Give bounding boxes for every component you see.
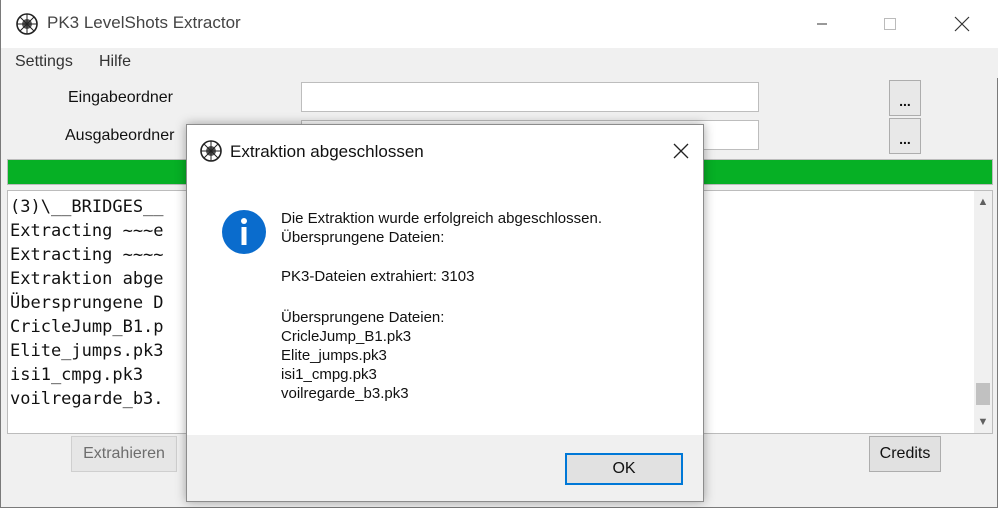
browse-output-button[interactable]: ... [889, 118, 921, 154]
close-icon [954, 16, 970, 32]
log-line: Extracting ~~~~ [10, 245, 164, 265]
scroll-thumb[interactable] [976, 383, 990, 405]
menu-hilfe[interactable]: Hilfe [99, 53, 131, 71]
message-line: Übersprungene Dateien: [281, 229, 445, 246]
info-icon [222, 210, 266, 254]
menu-settings[interactable]: Settings [15, 53, 73, 71]
extract-button[interactable]: Extrahieren [71, 436, 177, 472]
browse-input-button[interactable]: ... [889, 80, 921, 116]
maximize-button[interactable] [867, 0, 913, 48]
log-line: CricleJump_B1.p [10, 317, 164, 337]
log-line: Übersprungene D [10, 293, 164, 313]
dialog-close-icon[interactable] [671, 141, 691, 161]
message-line: isi1_cmpg.pk3 [281, 366, 377, 383]
dialog-footer: OK [187, 435, 703, 501]
dialog-title: Extraktion abgeschlossen [230, 142, 424, 161]
message-line: Elite_jumps.pk3 [281, 347, 387, 364]
log-line: Elite_jumps.pk3 [10, 341, 164, 361]
log-lines: (3)\__BRIDGES__ Extracting ~~~e Extracting… [10, 195, 164, 411]
message-line: Übersprungene Dateien: [281, 309, 445, 326]
log-line: Extraktion abge [10, 269, 164, 289]
message-line: Die Extraktion wurde erfolgreich abgesch… [281, 210, 602, 227]
output-folder-label: Ausgabeordner [65, 127, 175, 144]
input-folder-field[interactable] [301, 82, 759, 112]
ok-button[interactable]: OK [565, 453, 683, 485]
completion-dialog: Extraktion abgeschlossen Die Extraktion … [186, 124, 704, 502]
menu-bar: Settings Hilfe [1, 48, 998, 78]
input-folder-label: Eingabeordner [68, 89, 173, 106]
log-line: (3)\__BRIDGES__ [10, 197, 164, 217]
window-title: PK3 LevelShots Extractor [47, 13, 241, 32]
message-line: CricleJump_B1.pk3 [281, 328, 412, 345]
log-line: voilregarde_b3. [10, 389, 164, 409]
log-scrollbar[interactable]: ▲ ▼ [974, 191, 992, 433]
log-line: isi1_cmpg.pk3 [10, 365, 144, 385]
dialog-title-bar[interactable]: Extraktion abgeschlossen [187, 125, 703, 177]
title-bar[interactable]: PK3 LevelShots Extractor [1, 0, 998, 48]
app-emblem-icon [16, 13, 38, 35]
credits-button[interactable]: Credits [869, 436, 941, 472]
dialog-emblem-icon [200, 140, 222, 162]
minimize-icon [817, 23, 827, 25]
message-line: voilregarde_b3.pk3 [281, 385, 409, 402]
log-line: Extracting ~~~e [10, 221, 164, 241]
close-button[interactable] [939, 0, 985, 48]
scroll-down-icon[interactable]: ▼ [974, 413, 992, 431]
message-line: PK3-Dateien extrahiert: 3103 [281, 268, 475, 285]
maximize-icon [884, 18, 896, 30]
scroll-up-icon[interactable]: ▲ [974, 193, 992, 211]
minimize-button[interactable] [799, 0, 845, 48]
